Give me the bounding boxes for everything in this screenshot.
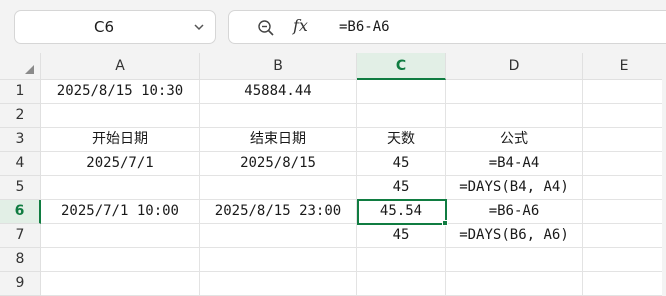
cell-c4[interactable]: 45: [357, 152, 446, 176]
cell-d3[interactable]: 公式: [446, 128, 583, 152]
cell-d6[interactable]: =B6-A6: [446, 200, 583, 224]
row-header-8[interactable]: 8: [0, 248, 41, 272]
cell-c3[interactable]: 天数: [357, 128, 446, 152]
fx-icon[interactable]: fx: [293, 16, 308, 35]
cell-c5[interactable]: 45: [357, 176, 446, 200]
row-header-4[interactable]: 4: [0, 152, 41, 176]
cell-b1[interactable]: 45884.44: [200, 80, 357, 104]
cell-d5[interactable]: =DAYS(B4, A4): [446, 176, 583, 200]
select-all-button[interactable]: [0, 53, 41, 80]
cell-b5[interactable]: [200, 176, 357, 200]
cell-a8[interactable]: [41, 248, 200, 272]
row-header-5[interactable]: 5: [0, 176, 41, 200]
cell-b3[interactable]: 结束日期: [200, 128, 357, 152]
name-box[interactable]: C6: [14, 10, 216, 44]
row-header-1[interactable]: 1: [0, 80, 41, 104]
cell-d9[interactable]: [446, 272, 583, 296]
cell-c6[interactable]: 45.54: [357, 200, 446, 224]
formula-toolbar: C6 fx =B6-A6: [0, 0, 666, 53]
cell-a9[interactable]: [41, 272, 200, 296]
cell-b8[interactable]: [200, 248, 357, 272]
cell-d1[interactable]: [446, 80, 583, 104]
cell-a4[interactable]: 2025/7/1: [41, 152, 200, 176]
cell-c9[interactable]: [357, 272, 446, 296]
cell-e6[interactable]: [583, 200, 666, 224]
formula-bar-value[interactable]: =B6-A6: [339, 11, 390, 43]
fill-handle[interactable]: [442, 220, 448, 226]
row-header-7[interactable]: 7: [0, 224, 41, 248]
cell-e4[interactable]: [583, 152, 666, 176]
select-all-icon: [25, 65, 34, 74]
cell-c2[interactable]: [357, 104, 446, 128]
zoom-icon[interactable]: [257, 19, 275, 37]
row-header-9[interactable]: 9: [0, 272, 41, 296]
cell-c7[interactable]: 45: [357, 224, 446, 248]
cell-e1[interactable]: [583, 80, 666, 104]
cell-e3[interactable]: [583, 128, 666, 152]
cell-a7[interactable]: [41, 224, 200, 248]
cell-d7[interactable]: =DAYS(B6, A6): [446, 224, 583, 248]
cell-c8[interactable]: [357, 248, 446, 272]
cell-e9[interactable]: [583, 272, 666, 296]
row-header-6[interactable]: 6: [0, 200, 41, 224]
cell-b7[interactable]: [200, 224, 357, 248]
cell-e2[interactable]: [583, 104, 666, 128]
row-header-2[interactable]: 2: [0, 104, 41, 128]
cell-e8[interactable]: [583, 248, 666, 272]
name-box-value[interactable]: C6: [15, 11, 193, 43]
cell-b6[interactable]: 2025/8/15 23:00: [200, 200, 357, 224]
cell-a5[interactable]: [41, 176, 200, 200]
cell-b9[interactable]: [200, 272, 357, 296]
cell-d2[interactable]: [446, 104, 583, 128]
formula-bar[interactable]: fx =B6-A6: [228, 10, 666, 44]
scrollbar-track[interactable]: [662, 53, 666, 296]
spreadsheet-grid[interactable]: A B C D E 1 2 3 4 5 6 7 8 9 2025/8/15 10…: [0, 53, 666, 296]
cell-e5[interactable]: [583, 176, 666, 200]
cell-b2[interactable]: [200, 104, 357, 128]
cell-a3[interactable]: 开始日期: [41, 128, 200, 152]
cell-d4[interactable]: =B4-A4: [446, 152, 583, 176]
chevron-down-icon[interactable]: [193, 21, 205, 33]
cell-b4[interactable]: 2025/8/15: [200, 152, 357, 176]
cell-d8[interactable]: [446, 248, 583, 272]
cell-a6[interactable]: 2025/7/1 10:00: [41, 200, 200, 224]
column-header-e[interactable]: E: [583, 53, 666, 80]
column-header-d[interactable]: D: [446, 53, 583, 80]
column-header-c[interactable]: C: [357, 53, 446, 80]
cell-c1[interactable]: [357, 80, 446, 104]
cell-a2[interactable]: [41, 104, 200, 128]
cell-e7[interactable]: [583, 224, 666, 248]
cell-a1[interactable]: 2025/8/15 10:30: [41, 80, 200, 104]
column-header-a[interactable]: A: [41, 53, 200, 80]
row-header-3[interactable]: 3: [0, 128, 41, 152]
column-header-b[interactable]: B: [200, 53, 357, 80]
